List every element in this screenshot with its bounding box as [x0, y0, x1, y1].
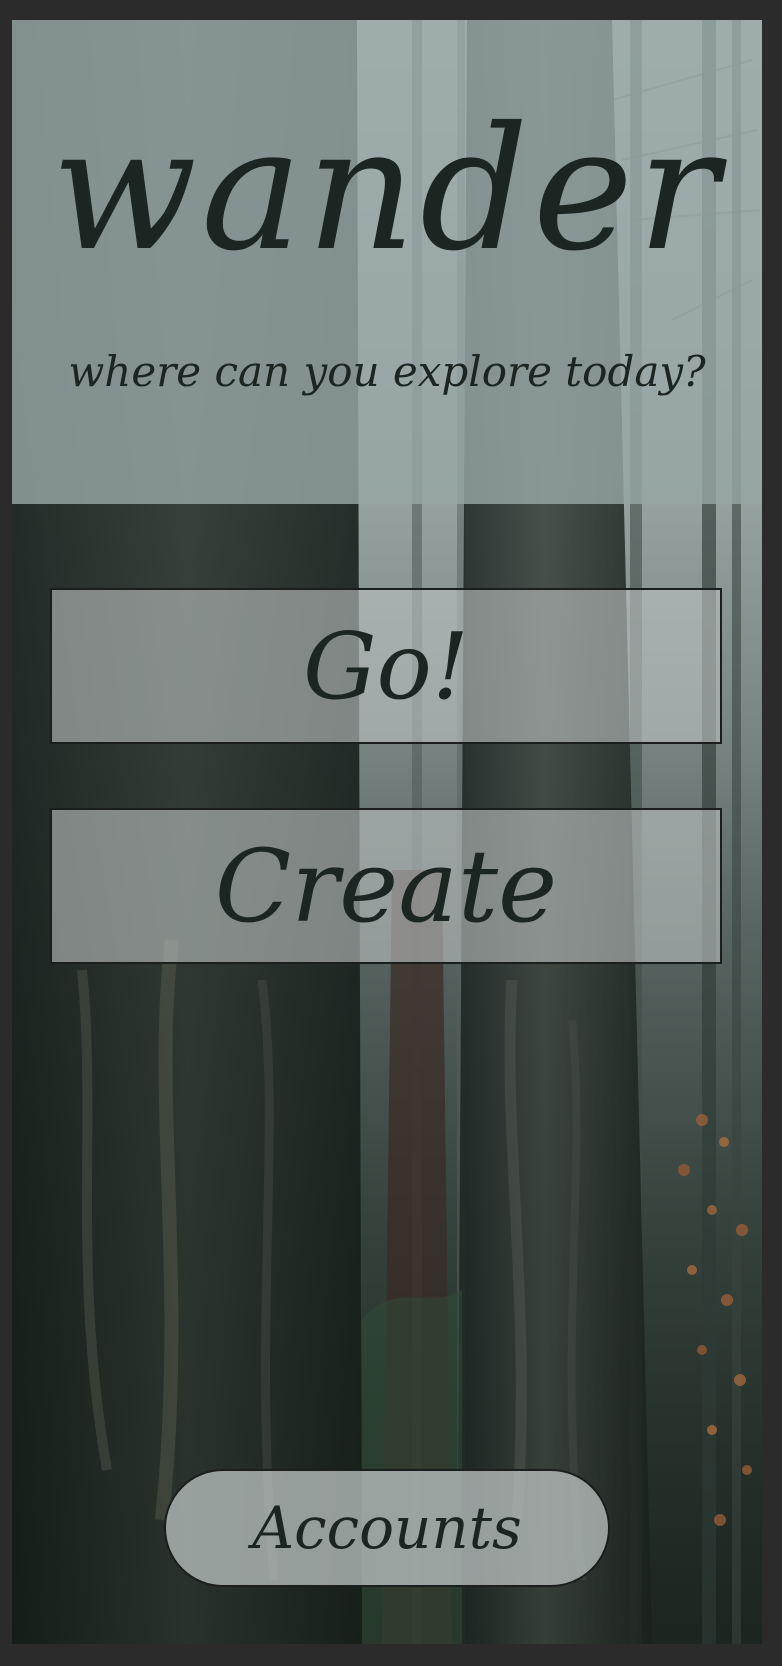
app-subtitle: where can you explore today? — [68, 347, 706, 396]
go-button[interactable]: Go! — [50, 588, 722, 744]
create-button[interactable]: Create — [50, 808, 722, 964]
app-screen: wander where can you explore today? Go! … — [12, 20, 762, 1644]
app-title: wander — [51, 91, 723, 289]
accounts-button[interactable]: Accounts — [164, 1469, 610, 1587]
